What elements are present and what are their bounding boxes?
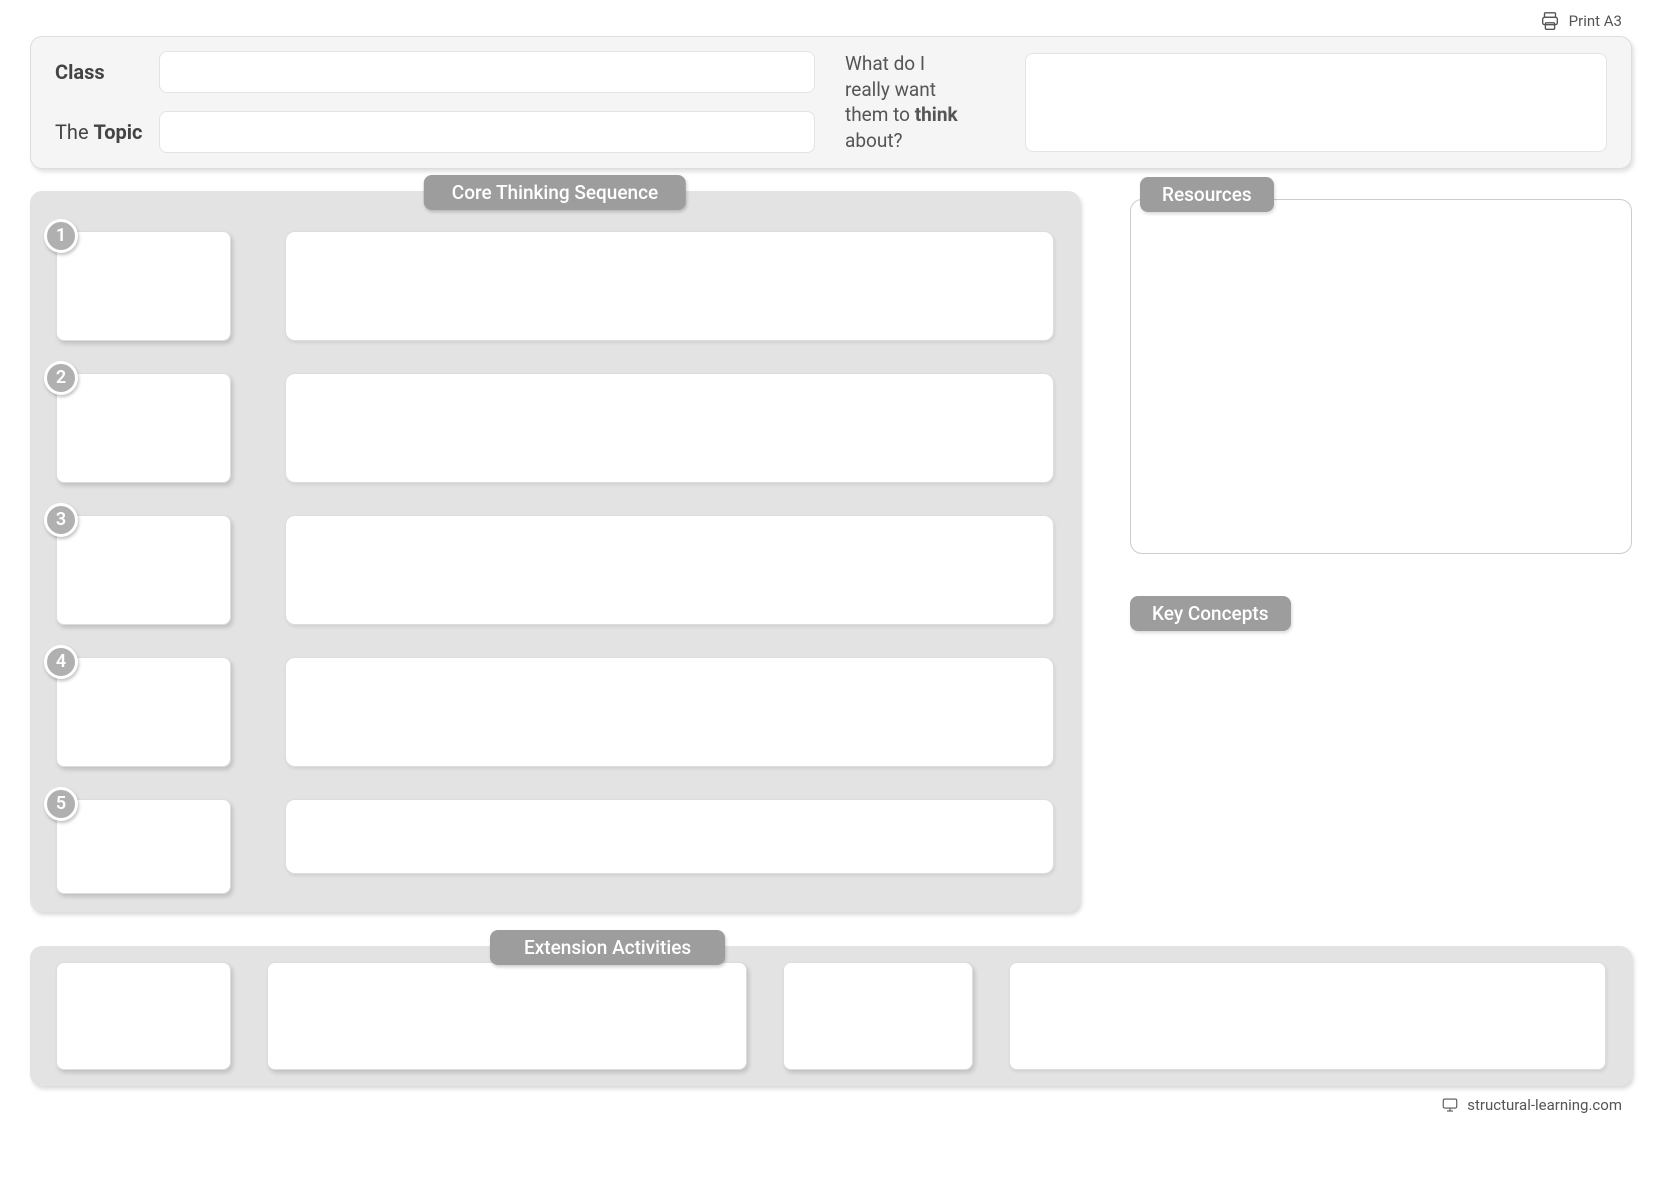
sequence-number-2: 2	[44, 361, 78, 395]
sequence-5-text-box[interactable]	[285, 799, 1054, 874]
think-prompt: What do I really want them to think abou…	[845, 51, 995, 154]
sequence-2-text-box[interactable]	[285, 373, 1054, 483]
resources-tab: Resources	[1140, 177, 1274, 212]
extension-box-4[interactable]	[1009, 962, 1606, 1070]
class-input[interactable]	[159, 51, 815, 93]
header-panel: Class The Topic What do I really want th…	[30, 36, 1632, 169]
topic-label: The Topic	[55, 120, 145, 144]
printer-icon	[1539, 10, 1561, 32]
sequence-row-4: 4	[56, 657, 1054, 767]
sequence-1-image-box[interactable]	[56, 231, 231, 341]
footer-site: structural-learning.com	[1467, 1096, 1622, 1114]
sequence-row-5: 5	[56, 799, 1054, 894]
extension-tab: Extension Activities	[490, 930, 725, 965]
key-concepts-section: Key Concepts	[1130, 596, 1632, 631]
monitor-icon	[1441, 1096, 1459, 1114]
sequence-row-2: 2	[56, 373, 1054, 483]
extension-box-2[interactable]	[267, 962, 747, 1070]
resources-section: Resources	[1130, 191, 1632, 554]
sequence-number-3: 3	[44, 503, 78, 537]
sequence-5-image-box[interactable]	[56, 799, 231, 894]
sequence-3-image-box[interactable]	[56, 515, 231, 625]
resources-input[interactable]	[1130, 199, 1632, 554]
core-thinking-panel: Core Thinking Sequence 1 2 3 4 5	[30, 191, 1080, 912]
extension-panel	[30, 946, 1632, 1086]
sequence-4-image-box[interactable]	[56, 657, 231, 767]
sequence-3-text-box[interactable]	[285, 515, 1054, 625]
topic-row: The Topic	[55, 111, 815, 153]
extension-box-3[interactable]	[783, 962, 973, 1070]
footer: structural-learning.com	[30, 1096, 1632, 1114]
sequence-row-3: 3	[56, 515, 1054, 625]
key-concepts-tab: Key Concepts	[1130, 596, 1291, 631]
class-row: Class	[55, 51, 815, 93]
class-label: Class	[55, 60, 145, 84]
sequence-2-image-box[interactable]	[56, 373, 231, 483]
print-a3-button[interactable]: Print A3	[30, 10, 1632, 32]
header-left: Class The Topic	[55, 51, 815, 154]
think-about-input[interactable]	[1025, 53, 1607, 152]
sequence-number-5: 5	[44, 787, 78, 821]
sequence-4-text-box[interactable]	[285, 657, 1054, 767]
sequence-1-text-box[interactable]	[285, 231, 1054, 341]
topic-input[interactable]	[159, 111, 815, 153]
right-column: Resources Key Concepts	[1130, 191, 1632, 631]
sequence-number-1: 1	[44, 219, 78, 253]
extension-box-1[interactable]	[56, 962, 231, 1070]
sequence-row-1: 1	[56, 231, 1054, 341]
extension-section: Extension Activities	[30, 946, 1632, 1086]
core-thinking-tab: Core Thinking Sequence	[424, 175, 686, 210]
print-label: Print A3	[1569, 12, 1622, 30]
sequence-number-4: 4	[44, 645, 78, 679]
